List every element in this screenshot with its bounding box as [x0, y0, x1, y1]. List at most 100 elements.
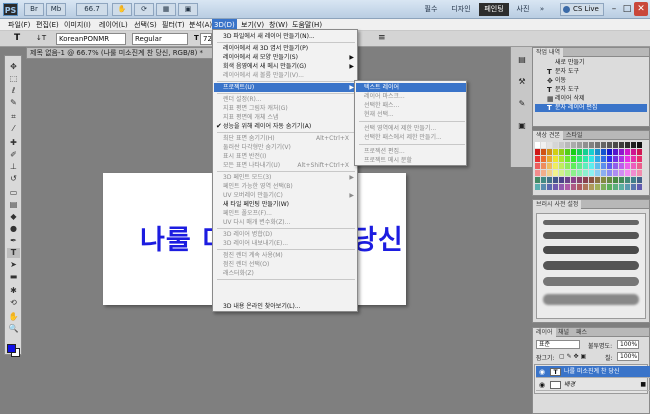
- color-swatch[interactable]: [631, 156, 636, 162]
- color-swatch[interactable]: [595, 184, 600, 190]
- menu-item-render-settings[interactable]: 렌더 설정(R)...: [214, 95, 357, 104]
- color-swatch[interactable]: [625, 163, 630, 169]
- font-style-select[interactable]: Regular: [132, 33, 188, 45]
- color-swatch[interactable]: [589, 177, 594, 183]
- menu-item-hide-nearest-surface[interactable]: 최단 표면 숨기기(H) Alt+Ctrl+X: [214, 134, 357, 143]
- color-swatch[interactable]: [547, 149, 552, 155]
- workspace-design[interactable]: 디자인: [446, 3, 476, 16]
- tab-channels[interactable]: 채널: [555, 328, 572, 337]
- color-swatch[interactable]: [613, 184, 618, 190]
- color-swatch[interactable]: [559, 149, 564, 155]
- color-swatch[interactable]: [547, 163, 552, 169]
- submenu-item-split-projected-mesh[interactable]: 프로젝트 메시 분할: [356, 156, 466, 165]
- color-swatch[interactable]: [613, 163, 618, 169]
- color-swatch[interactable]: [595, 142, 600, 148]
- color-swatch[interactable]: [619, 142, 624, 148]
- color-swatch[interactable]: [541, 149, 546, 155]
- color-swatch[interactable]: [619, 149, 624, 155]
- menu-item-rasterize[interactable]: 래스터화(Z): [214, 269, 357, 278]
- menu-item-merge-3d-layers[interactable]: 3D 레이어 병합(D): [214, 230, 357, 239]
- color-swatch[interactable]: [565, 163, 570, 169]
- color-swatch[interactable]: [595, 149, 600, 155]
- menu-item-new-layer-from-3d-file[interactable]: 3D 파일에서 새 레이어 만들기(N)...: [214, 32, 357, 41]
- foreground-color-swatch[interactable]: [7, 344, 16, 353]
- color-swatch[interactable]: [637, 142, 642, 148]
- menu-item-reparameterize-uvs[interactable]: UV 다시 매개 변수화(Z)...: [214, 218, 357, 227]
- clone-source-icon[interactable]: ▣: [515, 119, 529, 133]
- color-swatch[interactable]: [607, 177, 612, 183]
- color-swatch[interactable]: [535, 170, 540, 176]
- color-swatch[interactable]: [637, 170, 642, 176]
- eraser-tool-icon[interactable]: ▭: [7, 188, 20, 198]
- menu-item-snap-to-ground-plane[interactable]: 지표 평면에 개체 스냅: [214, 113, 357, 122]
- lasso-tool-icon[interactable]: ℓ: [7, 86, 20, 96]
- color-swatch[interactable]: [619, 177, 624, 183]
- text-orientation-icon[interactable]: ↓T: [34, 33, 50, 45]
- color-swatch[interactable]: [631, 149, 636, 155]
- color-swatch[interactable]: [565, 184, 570, 190]
- brush-preset[interactable]: [543, 220, 639, 225]
- menu-filter[interactable]: 필터(T): [160, 19, 187, 31]
- color-swatch[interactable]: [607, 170, 612, 176]
- color-swatch[interactable]: [577, 163, 582, 169]
- marquee-tool-icon[interactable]: ⬚: [7, 74, 20, 84]
- color-swatch[interactable]: [553, 177, 558, 183]
- color-swatch[interactable]: [619, 170, 624, 176]
- zoom-level-select[interactable]: 66.7: [76, 3, 108, 16]
- brush-tool-icon[interactable]: ✐: [7, 150, 20, 160]
- color-swatch[interactable]: [601, 170, 606, 176]
- color-swatch[interactable]: [625, 170, 630, 176]
- 3d-camera-tool-icon[interactable]: ⟲: [7, 298, 20, 308]
- color-swatch[interactable]: [619, 163, 624, 169]
- color-swatch[interactable]: [565, 142, 570, 148]
- tab-paths[interactable]: 패스: [573, 328, 590, 337]
- tab-styles[interactable]: 스타일: [563, 131, 586, 140]
- color-swatch[interactable]: [559, 177, 564, 183]
- color-swatch[interactable]: [589, 149, 594, 155]
- color-swatch[interactable]: [601, 149, 606, 155]
- history-brush-tool-icon[interactable]: ↺: [7, 174, 20, 184]
- color-swatch[interactable]: [553, 156, 558, 162]
- menu-item-invert-visible-surfaces[interactable]: 표시 표면 반전(I): [214, 152, 357, 161]
- workspace-painting[interactable]: 페인팅: [479, 3, 509, 16]
- menu-item-new-tiled-painting[interactable]: 새 타일 페인팅 만들기(W): [214, 200, 357, 209]
- history-row[interactable]: ✥ 이동: [535, 77, 647, 85]
- color-swatch[interactable]: [631, 184, 636, 190]
- menu-item-hide-enclosed-polygons[interactable]: 둘러싼 다각형만 숨기기(V): [214, 143, 357, 152]
- color-swatch[interactable]: [607, 163, 612, 169]
- menu-item-progressive-render-selection[interactable]: 점진 렌더 선택(O): [214, 260, 357, 269]
- color-swatch[interactable]: [601, 184, 606, 190]
- menu-item-ground-plane-shadow-catcher[interactable]: 지표 평면 그림자 캐처(G): [214, 104, 357, 113]
- minimize-button[interactable]: –: [608, 2, 620, 16]
- menu-file[interactable]: 파일(F): [6, 19, 32, 31]
- color-swatch[interactable]: [583, 177, 588, 183]
- color-swatch[interactable]: [541, 163, 546, 169]
- menu-layer[interactable]: 레이어(L): [97, 19, 130, 31]
- lock-icons[interactable]: ▢ ✎ ✥ ▣: [559, 353, 586, 360]
- history-row[interactable]: T 문자 도구: [535, 86, 647, 94]
- color-swatch[interactable]: [625, 142, 630, 148]
- brush-preset[interactable]: [543, 246, 639, 254]
- color-swatch[interactable]: [535, 177, 540, 183]
- tool-presets-icon[interactable]: ⚒: [515, 75, 529, 89]
- color-swatch[interactable]: [559, 184, 564, 190]
- menu-item-new-shape-from-layer[interactable]: 레이어에서 새 모양 만들기(S) ▶: [214, 53, 357, 62]
- color-swatch[interactable]: [547, 184, 552, 190]
- history-panel-icon[interactable]: ▤: [515, 53, 529, 67]
- color-swatch[interactable]: [613, 170, 618, 176]
- color-swatch[interactable]: [625, 156, 630, 162]
- color-swatch[interactable]: [631, 142, 636, 148]
- submenu-item-layer-mask[interactable]: 레이어 마스크...: [356, 92, 466, 101]
- menu-item-new-3d-postcard[interactable]: 레이어에서 새 3D 엽서 만들기(P): [214, 44, 357, 53]
- color-swatch[interactable]: [625, 184, 630, 190]
- 3d-rotate-tool-icon[interactable]: ✱: [7, 286, 20, 296]
- color-swatch[interactable]: [541, 177, 546, 183]
- color-swatch[interactable]: [547, 170, 552, 176]
- history-row-selected[interactable]: T 문자 레이어 편집: [535, 104, 647, 112]
- brush-preset[interactable]: [543, 232, 639, 239]
- tab-swatches[interactable]: 색상 견본: [533, 131, 563, 140]
- history-row[interactable]: T 문자 도구: [535, 68, 647, 76]
- brush-panel-icon[interactable]: ✎: [515, 97, 529, 111]
- color-swatch[interactable]: [631, 177, 636, 183]
- color-swatch[interactable]: [637, 156, 642, 162]
